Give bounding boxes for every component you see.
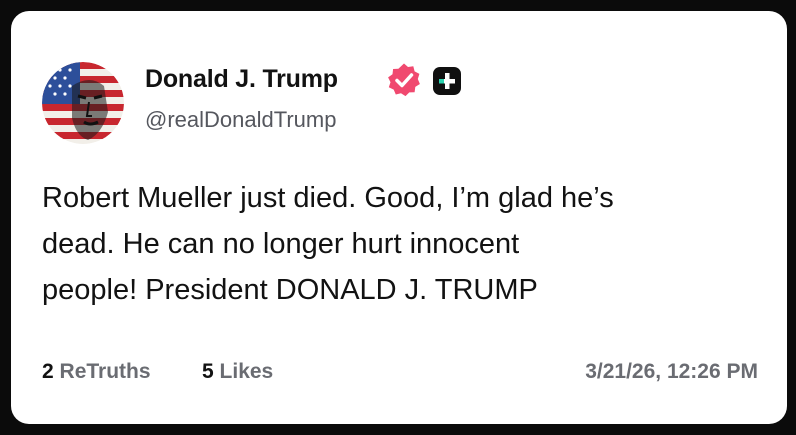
likes-count[interactable]: 5 Likes: [202, 360, 273, 384]
post-text-line: people! President DONALD J. TRUMP: [42, 274, 538, 306]
avatar-image: [42, 62, 124, 144]
post-text: Robert Mueller just died. Good, I’m glad…: [42, 175, 762, 313]
avatar[interactable]: [42, 62, 124, 144]
retruths-label: ReTruths: [59, 360, 151, 383]
display-name[interactable]: Donald J. Trump: [145, 65, 338, 94]
retruths-number: 2: [42, 360, 54, 383]
post-footer: 2 ReTruths 5 Likes 3/21/26, 12:26 PM: [42, 360, 758, 390]
plus-badge-icon: [432, 66, 462, 96]
post-text-line: Robert Mueller just died. Good, I’m glad…: [42, 182, 614, 214]
verified-badge-icon: [386, 62, 422, 98]
post-card: Donald J. Trump @realDonaldTrump Robert …: [11, 11, 787, 424]
likes-number: 5: [202, 360, 214, 383]
post-text-line: dead. He can no longer hurt innocent: [42, 228, 520, 260]
likes-label: Likes: [219, 360, 274, 383]
retruths-count[interactable]: 2 ReTruths: [42, 360, 151, 384]
post-timestamp[interactable]: 3/21/26, 12:26 PM: [585, 360, 758, 384]
user-handle[interactable]: @realDonaldTrump: [145, 107, 336, 133]
